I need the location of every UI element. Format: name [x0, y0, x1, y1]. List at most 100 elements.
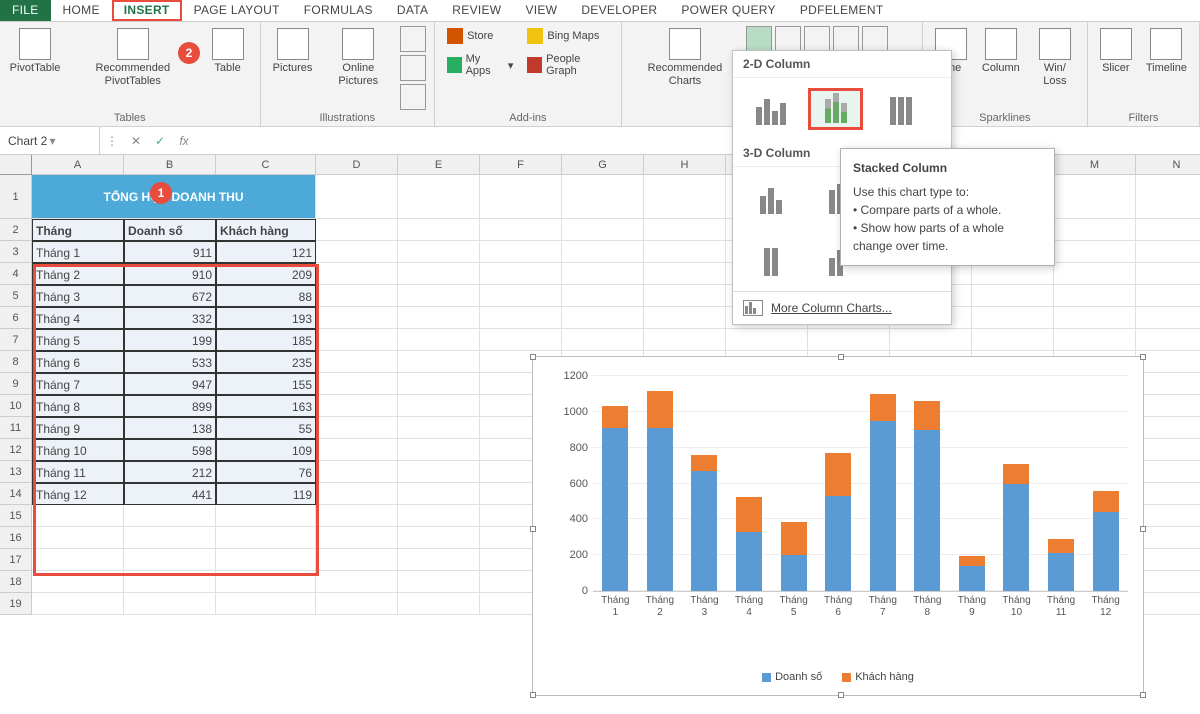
cell[interactable]: 119 — [216, 483, 316, 505]
row-header[interactable]: 11 — [0, 417, 32, 439]
cell[interactable]: 138 — [124, 417, 216, 439]
cell[interactable] — [124, 527, 216, 549]
col-header[interactable]: M — [1054, 155, 1136, 175]
chart-legend[interactable]: Doanh số Khách hàng — [533, 671, 1143, 683]
row-header[interactable]: 13 — [0, 461, 32, 483]
cell[interactable] — [316, 439, 398, 461]
cell[interactable]: 199 — [124, 329, 216, 351]
cell[interactable] — [480, 285, 562, 307]
cell[interactable] — [1054, 307, 1136, 329]
chart-plot[interactable] — [593, 377, 1128, 592]
line-chart-dropdown[interactable] — [775, 26, 801, 52]
cell[interactable]: 672 — [124, 285, 216, 307]
cell[interactable] — [726, 329, 808, 351]
bar-segment[interactable] — [870, 421, 896, 591]
bar-segment[interactable] — [647, 428, 673, 591]
cell[interactable] — [890, 329, 972, 351]
cell[interactable]: Tháng 4 — [32, 307, 124, 329]
cell[interactable] — [398, 549, 480, 571]
screenshot-button[interactable] — [400, 84, 426, 110]
bar-segment[interactable] — [602, 428, 628, 591]
bar-group[interactable] — [825, 453, 851, 591]
tab-insert[interactable]: INSERT — [112, 0, 182, 21]
bar-group[interactable] — [914, 401, 940, 591]
enter-icon[interactable]: ✓ — [148, 134, 172, 148]
cell[interactable] — [398, 483, 480, 505]
chart-y-axis[interactable]: 020040060080010001200 — [548, 377, 588, 592]
fx-button[interactable]: fx — [172, 134, 196, 148]
row-header[interactable]: 17 — [0, 549, 32, 571]
sparkline-column-button[interactable]: Column — [977, 26, 1025, 77]
cell[interactable] — [1136, 571, 1200, 593]
sparkline-winloss-button[interactable]: Win/ Loss — [1031, 26, 1079, 90]
row-header[interactable]: 1 — [0, 175, 32, 219]
cell[interactable] — [32, 549, 124, 571]
cell[interactable] — [562, 219, 644, 241]
cell[interactable]: 899 — [124, 395, 216, 417]
row-header[interactable]: 18 — [0, 571, 32, 593]
cell[interactable]: 193 — [216, 307, 316, 329]
cell[interactable] — [124, 593, 216, 615]
cell[interactable] — [1136, 395, 1200, 417]
recommended-charts-button[interactable]: Recommended Charts — [630, 26, 740, 90]
col-header[interactable]: D — [316, 155, 398, 175]
slicer-button[interactable]: Slicer — [1096, 26, 1136, 77]
cell[interactable] — [972, 263, 1054, 285]
bar-chart-dropdown[interactable] — [833, 26, 859, 52]
cell[interactable] — [32, 593, 124, 615]
cell[interactable] — [562, 285, 644, 307]
row-header[interactable]: 7 — [0, 329, 32, 351]
stacked-column-option[interactable] — [808, 88, 863, 130]
cell[interactable] — [480, 241, 562, 263]
bar-segment[interactable] — [736, 497, 762, 532]
cell[interactable] — [316, 175, 398, 219]
bar-segment[interactable] — [825, 453, 851, 495]
bar-group[interactable] — [736, 497, 762, 591]
cell[interactable]: 109 — [216, 439, 316, 461]
cell[interactable] — [644, 329, 726, 351]
online-pictures-button[interactable]: Online Pictures — [323, 26, 395, 90]
cell[interactable] — [1054, 219, 1136, 241]
bar-segment[interactable] — [959, 556, 985, 566]
bar-group[interactable] — [647, 391, 673, 591]
bar-segment[interactable] — [1003, 484, 1029, 591]
cell[interactable]: Tháng 11 — [32, 461, 124, 483]
cell[interactable]: Tháng 2 — [32, 263, 124, 285]
cell[interactable] — [1136, 263, 1200, 285]
cell[interactable] — [398, 527, 480, 549]
cell[interactable] — [398, 241, 480, 263]
cell[interactable]: Tháng — [32, 219, 124, 241]
cell[interactable] — [398, 417, 480, 439]
cell[interactable] — [1136, 307, 1200, 329]
cell[interactable] — [480, 329, 562, 351]
cell[interactable] — [644, 175, 726, 219]
cell[interactable] — [1054, 329, 1136, 351]
cell[interactable] — [316, 241, 398, 263]
tab-page-layout[interactable]: PAGE LAYOUT — [182, 0, 292, 21]
tab-formulas[interactable]: FORMULAS — [292, 0, 385, 21]
bar-segment[interactable] — [602, 406, 628, 428]
cell[interactable]: Tháng 9 — [32, 417, 124, 439]
cell[interactable] — [316, 571, 398, 593]
cell[interactable] — [1136, 285, 1200, 307]
smartart-button[interactable] — [400, 55, 426, 81]
cell[interactable] — [124, 549, 216, 571]
peoplegraph-button[interactable]: People Graph — [523, 51, 612, 79]
bar-segment[interactable] — [1048, 553, 1074, 591]
cell[interactable] — [1054, 175, 1136, 219]
area-chart-dropdown[interactable] — [862, 26, 888, 52]
cell[interactable]: 76 — [216, 461, 316, 483]
bar-segment[interactable] — [914, 401, 940, 430]
more-column-charts-button[interactable]: More Column Charts... — [733, 291, 951, 324]
cell[interactable] — [1136, 241, 1200, 263]
cell[interactable]: 163 — [216, 395, 316, 417]
cell[interactable] — [398, 505, 480, 527]
cell[interactable] — [316, 285, 398, 307]
cell[interactable] — [398, 307, 480, 329]
tab-pdfelement[interactable]: PDFelement — [788, 0, 896, 21]
cell[interactable]: Tháng 3 — [32, 285, 124, 307]
cell[interactable] — [1136, 483, 1200, 505]
cell[interactable] — [398, 219, 480, 241]
row-header[interactable]: 3 — [0, 241, 32, 263]
cell[interactable] — [124, 571, 216, 593]
